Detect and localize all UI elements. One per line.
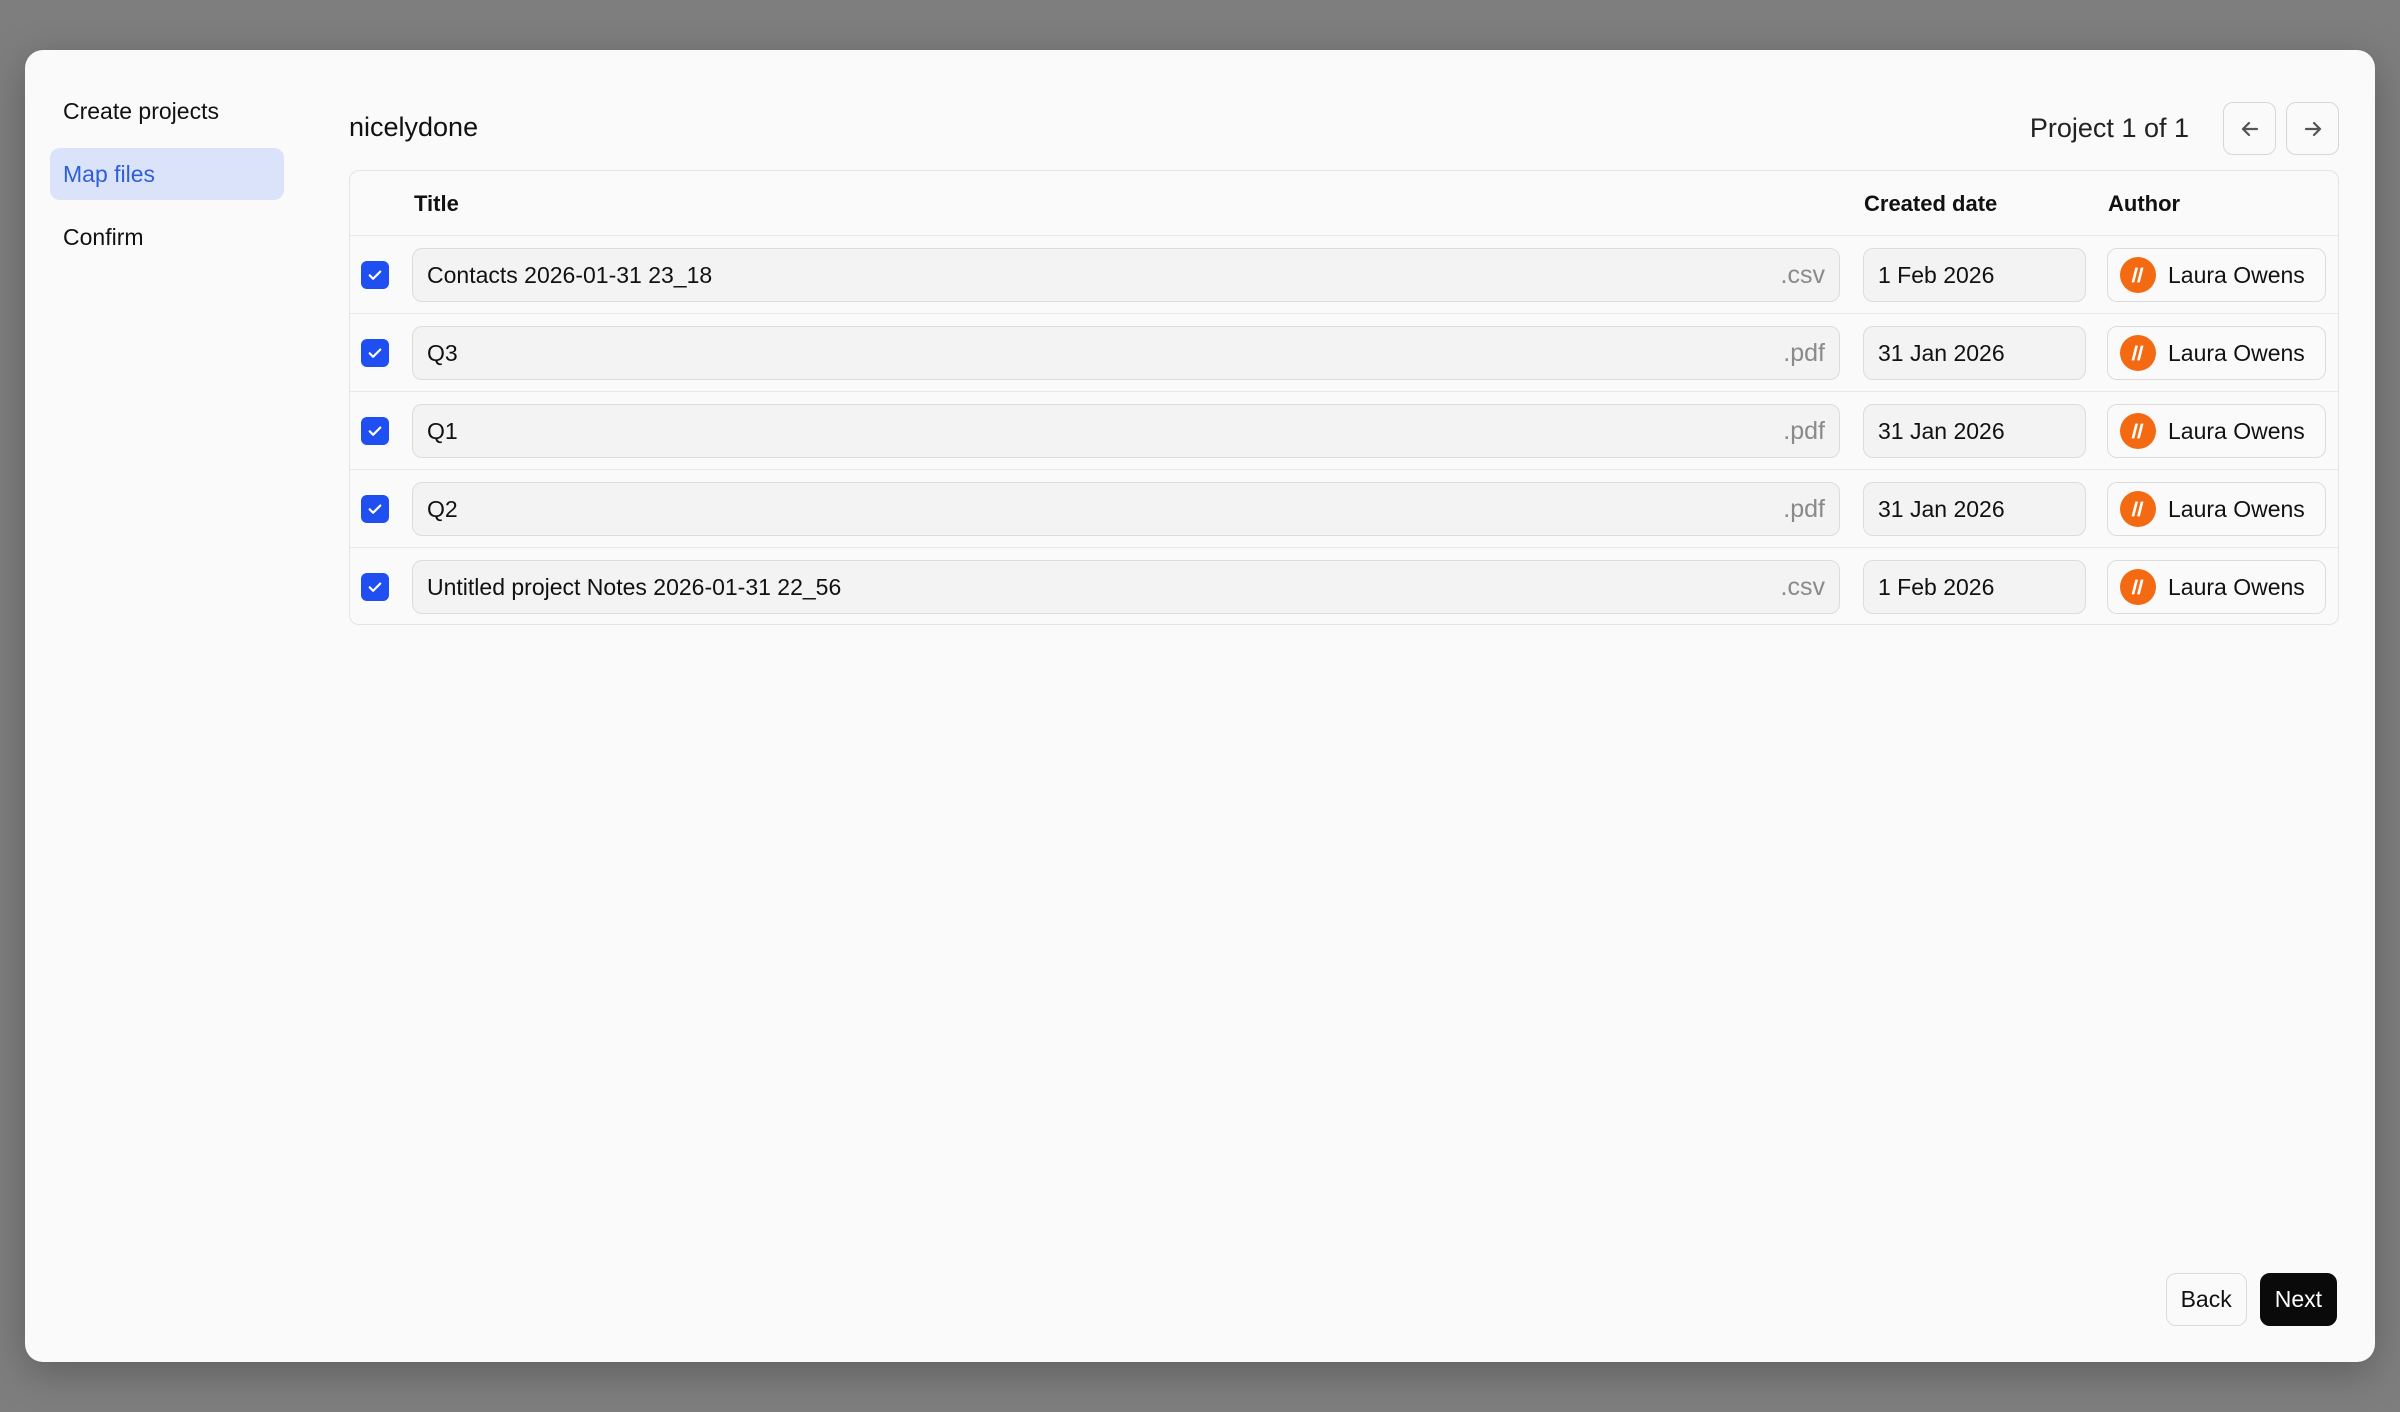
avatar bbox=[2120, 491, 2156, 527]
author-select[interactable]: Laura Owens bbox=[2107, 404, 2326, 458]
row-checkbox[interactable] bbox=[361, 339, 389, 367]
arrow-left-icon bbox=[2241, 121, 2258, 136]
row-checkbox[interactable] bbox=[361, 495, 389, 523]
column-header-created-date: Created date bbox=[1864, 191, 1998, 216]
created-date-field[interactable]: 31 Jan 2026 bbox=[1863, 482, 2086, 536]
author-name: Laura Owens bbox=[2168, 339, 2305, 366]
step-label: Create projects bbox=[63, 97, 219, 124]
title-input[interactable]: Q2 .pdf bbox=[412, 482, 1840, 536]
avatar bbox=[2120, 413, 2156, 449]
title-input[interactable]: Q1 .pdf bbox=[412, 404, 1840, 458]
table-row: Untitled project Notes 2026-01-31 22_56 … bbox=[350, 548, 2338, 626]
step-label: Map files bbox=[63, 160, 156, 187]
date-value: 31 Jan 2026 bbox=[1878, 417, 2005, 444]
author-select[interactable]: Laura Owens bbox=[2107, 248, 2326, 302]
title-value: Untitled project Notes 2026-01-31 22_56 bbox=[427, 573, 842, 600]
file-extension: .pdf bbox=[1783, 416, 1825, 445]
title-value: Q3 bbox=[427, 339, 458, 366]
wizard-steps: Create projects Map files Confirm bbox=[50, 85, 284, 274]
project-pager: Project 1 of 1 bbox=[2030, 102, 2339, 155]
pager-text: Project 1 of 1 bbox=[2029, 113, 2189, 143]
row-checkbox[interactable] bbox=[361, 417, 389, 445]
table-row: Q2 .pdf 31 Jan 2026 Laura Owens bbox=[350, 470, 2338, 548]
row-checkbox[interactable] bbox=[361, 573, 389, 601]
brand-logo-icon bbox=[2131, 345, 2144, 361]
back-button[interactable]: Back bbox=[2165, 1273, 2247, 1326]
title-input[interactable]: Contacts 2026-01-31 23_18 .csv bbox=[412, 248, 1840, 302]
author-select[interactable]: Laura Owens bbox=[2107, 560, 2326, 614]
file-extension: .pdf bbox=[1783, 494, 1825, 523]
check-icon bbox=[368, 270, 382, 280]
created-date-field[interactable]: 31 Jan 2026 bbox=[1863, 404, 2086, 458]
step-confirm[interactable]: Confirm bbox=[50, 211, 284, 263]
import-dialog: Create projects Map files Confirm nicely… bbox=[25, 50, 2375, 1362]
next-button[interactable]: Next bbox=[2259, 1273, 2337, 1326]
check-icon bbox=[368, 504, 382, 514]
check-icon bbox=[368, 426, 382, 436]
brand-logo-icon bbox=[2131, 267, 2144, 283]
file-extension: .csv bbox=[1780, 572, 1825, 601]
date-value: 1 Feb 2026 bbox=[1878, 261, 1995, 288]
dialog-footer: Back Next bbox=[2165, 1273, 2337, 1326]
title-input[interactable]: Untitled project Notes 2026-01-31 22_56 … bbox=[412, 560, 1840, 614]
arrow-right-icon bbox=[2304, 121, 2321, 136]
avatar bbox=[2120, 569, 2156, 605]
author-name: Laura Owens bbox=[2168, 261, 2305, 288]
file-extension: .csv bbox=[1780, 260, 1825, 289]
brand-logo-icon bbox=[2131, 579, 2144, 595]
table-row: Q3 .pdf 31 Jan 2026 Laura Owens bbox=[350, 314, 2338, 392]
check-icon bbox=[368, 582, 382, 592]
date-value: 31 Jan 2026 bbox=[1878, 339, 2005, 366]
column-header-title: Title bbox=[414, 191, 459, 216]
author-select[interactable]: Laura Owens bbox=[2107, 482, 2326, 536]
created-date-field[interactable]: 31 Jan 2026 bbox=[1863, 326, 2086, 380]
avatar bbox=[2120, 257, 2156, 293]
check-icon bbox=[368, 348, 382, 358]
row-checkbox[interactable] bbox=[361, 261, 389, 289]
table-row: Contacts 2026-01-31 23_18 .csv 1 Feb 202… bbox=[350, 236, 2338, 314]
step-map-files[interactable]: Map files bbox=[50, 148, 284, 200]
created-date-field[interactable]: 1 Feb 2026 bbox=[1863, 560, 2086, 614]
table-row: Q1 .pdf 31 Jan 2026 Laura Owens bbox=[350, 392, 2338, 470]
column-header-author: Author bbox=[2108, 191, 2181, 216]
author-name: Laura Owens bbox=[2168, 495, 2305, 522]
brand-logo-icon bbox=[2131, 501, 2144, 517]
next-project-button[interactable] bbox=[2286, 102, 2339, 155]
brand-logo-icon bbox=[2131, 423, 2144, 439]
date-value: 31 Jan 2026 bbox=[1878, 495, 2005, 522]
file-extension: .pdf bbox=[1783, 338, 1825, 367]
author-select[interactable]: Laura Owens bbox=[2107, 326, 2326, 380]
title-value: Q1 bbox=[427, 417, 458, 444]
title-input[interactable]: Q3 .pdf bbox=[412, 326, 1840, 380]
project-name: nicelydone bbox=[349, 112, 479, 142]
author-name: Laura Owens bbox=[2168, 417, 2305, 444]
previous-project-button[interactable] bbox=[2223, 102, 2276, 155]
avatar bbox=[2120, 335, 2156, 371]
created-date-field[interactable]: 1 Feb 2026 bbox=[1863, 248, 2086, 302]
file-mapping-table: Title Created date Author Contacts 2026-… bbox=[349, 170, 2339, 625]
title-value: Q2 bbox=[427, 495, 458, 522]
date-value: 1 Feb 2026 bbox=[1878, 573, 1995, 600]
author-name: Laura Owens bbox=[2168, 573, 2305, 600]
table-header: Title Created date Author bbox=[350, 171, 2338, 236]
step-label: Confirm bbox=[63, 223, 144, 250]
title-value: Contacts 2026-01-31 23_18 bbox=[427, 261, 713, 288]
step-create-projects[interactable]: Create projects bbox=[50, 85, 284, 137]
